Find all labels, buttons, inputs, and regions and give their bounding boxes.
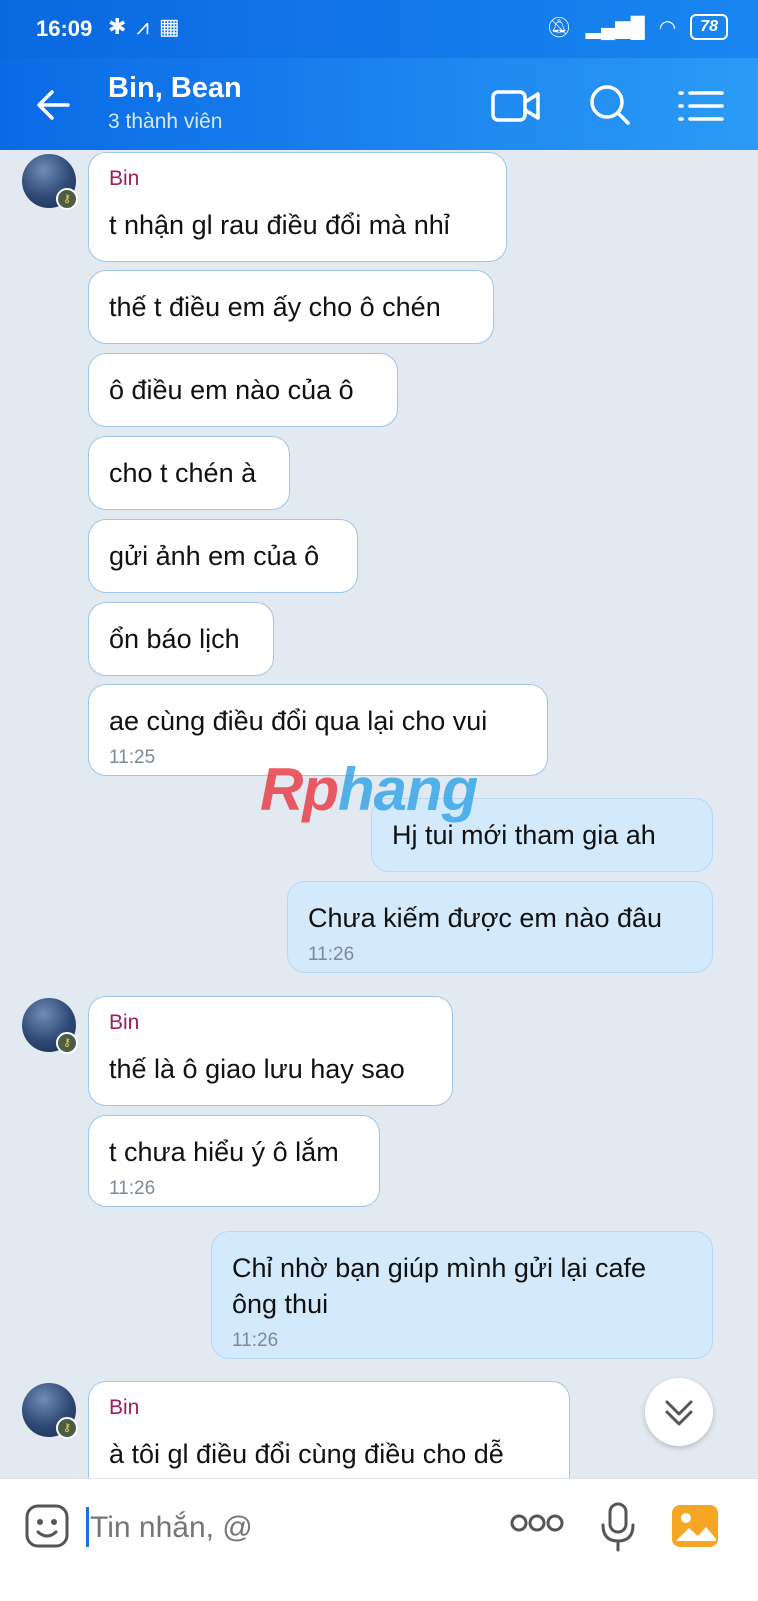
message-bubble[interactable]: gửi ảnh em của ô [88,519,358,593]
avatar[interactable]: ⚷ [22,154,78,210]
watermark-logo: Rphang [260,756,478,823]
message-composer [0,1478,758,1601]
double-chevron-down-icon [665,1400,693,1426]
mute-icon: 🔕︎ [546,16,572,39]
message-text: gửi ảnh em của ô [109,541,320,571]
battery-icon: 78 [690,14,728,40]
chat-title[interactable]: Bin, Bean [108,72,242,105]
message-time: 11:26 [232,1330,279,1351]
status-bar: 16:09 ✱ ⩘ ▦ 🔕︎ ▂▄▆█ ◠ 78 [0,0,758,58]
key-icon: ⚷ [56,188,78,210]
message-bubble-outgoing[interactable]: Chưa kiếm được em nào đâu 11:26 [287,881,713,973]
menu-list-icon[interactable] [676,80,728,132]
message-time: 11:26 [308,944,355,965]
signal-boost-icon: ⩘ [136,14,149,39]
message-text: t nhận gl rau điều đổi mà nhỉ [109,210,450,240]
avatar[interactable]: ⚷ [22,1383,78,1439]
message-text: Chưa kiếm được em nào đâu [308,903,663,933]
message-bubble[interactable]: ổn báo lịch [88,602,274,676]
image-gallery-icon[interactable] [670,1501,720,1551]
key-icon: ⚷ [56,1417,78,1439]
sender-name: Bin [109,1396,140,1419]
message-bubble[interactable]: cho t chén à [88,436,290,510]
message-text: cho t chén à [109,458,257,488]
back-arrow-icon[interactable] [30,80,80,130]
sender-name: Bin [109,1011,140,1034]
message-bubble[interactable]: t chưa hiểu ý ô lắm 11:26 [88,1115,380,1207]
message-text: thế t điều em ấy cho ô chén [109,292,441,322]
bluetooth-icon: ✱ [108,14,127,39]
video-call-icon[interactable] [490,80,542,132]
message-bubble[interactable]: thế t điều em ấy cho ô chén [88,270,494,344]
message-bubble-outgoing[interactable]: Chỉ nhờ bạn giúp mình gửi lại cafe ông t… [211,1231,713,1359]
sender-name: Bin [109,167,140,190]
app-notification-icon: ▦ [158,14,180,39]
key-icon: ⚷ [56,1032,78,1054]
message-text: ổn báo lịch [109,624,240,654]
message-list[interactable]: ⚷ Bin t nhận gl rau điều đổi mà nhỉ thế … [0,150,758,1508]
wifi-icon: ◠ [658,16,677,39]
more-options-icon[interactable] [510,1513,564,1533]
message-input[interactable] [86,1501,472,1555]
member-count[interactable]: 3 thành viên [108,110,222,134]
search-icon[interactable] [584,80,636,132]
avatar[interactable]: ⚷ [22,998,78,1054]
message-bubble[interactable]: Bin t nhận gl rau điều đổi mà nhỉ [88,152,507,262]
message-text: thế là ô giao lưu hay sao [109,1054,405,1084]
message-text: ae cùng điều đổi qua lại cho vui [109,706,488,736]
sticker-emoji-icon[interactable] [24,1503,70,1549]
microphone-icon[interactable] [598,1501,638,1553]
message-text: ông thui [232,1289,329,1319]
message-text: t chưa hiểu ý ô lắm [109,1137,339,1167]
status-time: 16:09 [36,16,93,41]
chat-header: Bin, Bean 3 thành viên [0,58,758,150]
message-bubble[interactable]: Bin thế là ô giao lưu hay sao [88,996,453,1106]
cellular-signal-icon: ▂▄▆█ [585,16,645,39]
message-time: 11:26 [109,1178,156,1199]
message-text: Chỉ nhờ bạn giúp mình gửi lại cafe [232,1253,647,1283]
scroll-to-bottom-button[interactable] [645,1378,713,1446]
message-text: ô điều em nào của ô [109,375,354,405]
message-bubble[interactable]: ô điều em nào của ô [88,353,398,427]
message-text: à tôi gl điều đổi cùng điều cho dễ [109,1439,504,1469]
message-time: 11:25 [109,747,156,768]
